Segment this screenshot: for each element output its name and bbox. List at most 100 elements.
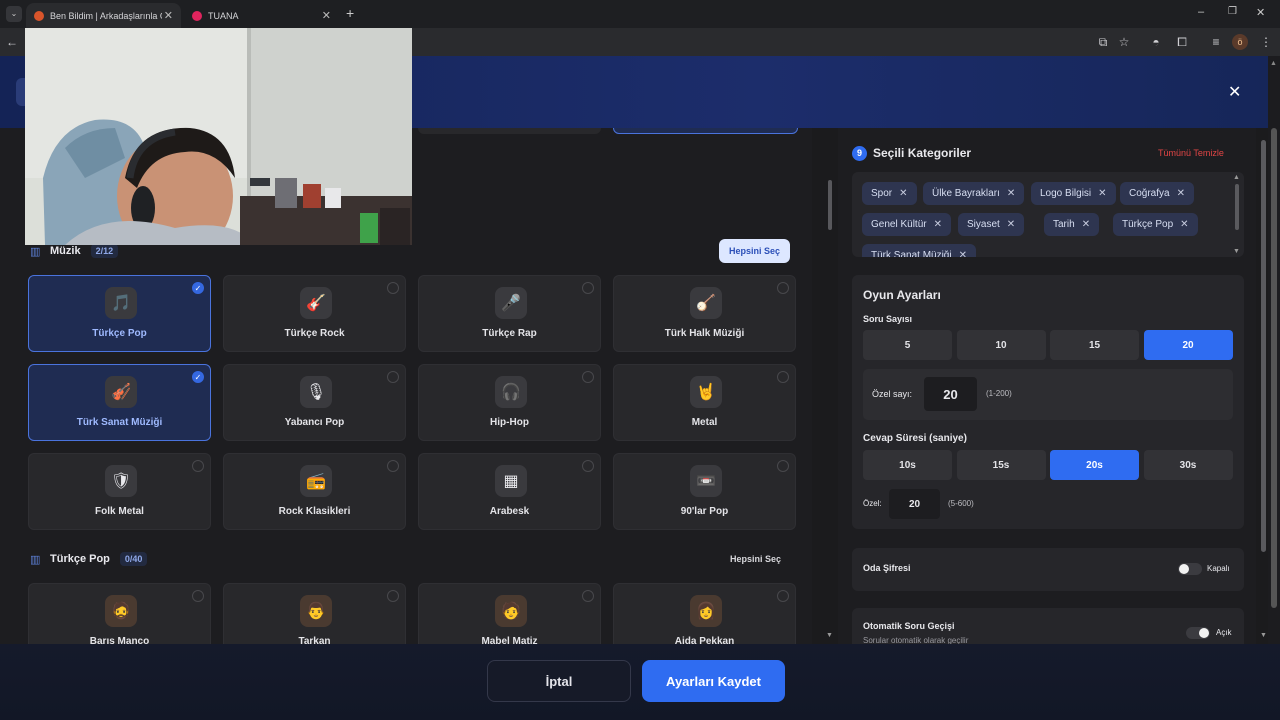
category-card[interactable]: 🤘 Metal bbox=[613, 364, 796, 441]
category-label: Folk Metal bbox=[95, 506, 144, 517]
artist-card[interactable]: 🧑 Mabel Matiz bbox=[418, 583, 601, 644]
partial-card[interactable] bbox=[418, 128, 601, 134]
reading-list-icon[interactable]: ≡ bbox=[1208, 34, 1224, 50]
category-card[interactable]: 📻 Rock Klasikleri bbox=[223, 453, 406, 530]
chip-label: Logo Bilgisi bbox=[1040, 188, 1092, 199]
tab-close-icon[interactable]: ✕ bbox=[164, 9, 173, 22]
room-password-label: Oda Şifresi bbox=[863, 563, 911, 573]
selected-category-chip[interactable]: Genel Kültür ✕ bbox=[862, 213, 951, 236]
chip-remove-icon[interactable]: ✕ bbox=[899, 188, 907, 199]
game-settings-title: Oyun Ayarları bbox=[863, 288, 941, 302]
page-scrollbar-thumb[interactable] bbox=[1271, 128, 1277, 608]
artist-card[interactable]: 👩 Ajda Pekkan bbox=[613, 583, 796, 644]
artist-avatar: 🧑 bbox=[495, 595, 527, 627]
room-password-toggle[interactable] bbox=[1178, 563, 1202, 575]
modal-close-button[interactable]: ✕ bbox=[1228, 82, 1241, 102]
tab-close-icon[interactable]: ✕ bbox=[322, 9, 331, 22]
tab-search-chevron-icon[interactable]: ⌄ bbox=[6, 6, 22, 22]
chip-remove-icon[interactable]: ✕ bbox=[1007, 219, 1015, 230]
extensions-puzzle-icon[interactable]: ⧠ bbox=[1174, 34, 1190, 50]
artist-card[interactable]: 👨 Tarkan bbox=[223, 583, 406, 644]
music-select-all-button[interactable]: Hepsini Seç bbox=[719, 239, 791, 263]
selected-category-chip[interactable]: Spor ✕ bbox=[862, 182, 917, 205]
back-arrow-icon[interactable]: ← bbox=[4, 34, 20, 50]
pop-select-all-button[interactable]: Hepsini Seç bbox=[720, 547, 791, 571]
page-scrollbar[interactable]: ▲ bbox=[1268, 56, 1280, 720]
cancel-button[interactable]: İptal bbox=[487, 660, 631, 702]
tab-title: Ben Bildim | Arkadaşlarınla Onl… bbox=[50, 10, 162, 21]
artist-avatar: 👩 bbox=[690, 595, 722, 627]
partial-card-selected[interactable] bbox=[613, 128, 798, 134]
bookmark-star-icon[interactable]: ☆ bbox=[1116, 34, 1132, 50]
tab-tuana[interactable]: TUANA ✕ bbox=[184, 3, 339, 28]
question-count-option[interactable]: 20 bbox=[1143, 330, 1233, 360]
auto-next-toggle[interactable] bbox=[1186, 627, 1210, 639]
scroll-up-icon[interactable]: ▲ bbox=[1270, 60, 1277, 67]
settings-scroll-down-icon[interactable]: ▼ bbox=[1260, 632, 1267, 639]
answer-time-option[interactable]: 30s bbox=[1143, 450, 1233, 480]
settings-scrollbar[interactable]: ▼ bbox=[1260, 128, 1268, 644]
selected-category-chip[interactable]: Türkçe Pop ✕ bbox=[1113, 213, 1198, 236]
chip-remove-icon[interactable]: ✕ bbox=[1177, 188, 1185, 199]
selected-category-chip[interactable]: Siyaset ✕ bbox=[958, 213, 1025, 236]
auto-next-desc: Sorular otomatik olarak geçilir bbox=[863, 636, 969, 644]
new-tab-button[interactable]: + bbox=[346, 5, 354, 21]
category-card[interactable]: 📼 90'lar Pop bbox=[613, 453, 796, 530]
category-card[interactable]: 🛡 Folk Metal bbox=[28, 453, 211, 530]
category-card[interactable]: 🎧 Hip-Hop bbox=[418, 364, 601, 441]
browser-menu-icon[interactable]: ⋮ bbox=[1258, 34, 1274, 50]
category-card[interactable]: 🎵 Türkçe Pop ✓ bbox=[28, 275, 211, 352]
selected-category-chip[interactable]: Coğrafya ✕ bbox=[1120, 182, 1194, 205]
artist-label: Ajda Pekkan bbox=[674, 636, 735, 644]
radio-circle-icon bbox=[582, 590, 594, 602]
answer-time-option[interactable]: 20s bbox=[1050, 450, 1139, 480]
selected-category-chip[interactable]: Tarih ✕ bbox=[1044, 213, 1100, 236]
question-count-option[interactable]: 15 bbox=[1050, 330, 1139, 360]
chips-scroll-down-icon[interactable]: ▼ bbox=[1233, 248, 1240, 255]
category-card[interactable]: 🎻 Türk Sanat Müziği ✓ bbox=[28, 364, 211, 441]
restore-button[interactable]: ❐ bbox=[1228, 6, 1237, 17]
category-image: 🎙 bbox=[300, 376, 332, 408]
category-scrollbar-thumb[interactable] bbox=[828, 180, 832, 230]
settings-scrollbar-thumb[interactable] bbox=[1261, 140, 1266, 552]
category-card[interactable]: ▦ Arabesk bbox=[418, 453, 601, 530]
save-settings-button[interactable]: Ayarları Kaydet bbox=[642, 660, 785, 702]
chip-remove-icon[interactable]: ✕ bbox=[1180, 219, 1188, 230]
chip-remove-icon[interactable]: ✕ bbox=[934, 219, 942, 230]
custom-count-input[interactable]: 20 bbox=[924, 377, 977, 411]
answer-time-option[interactable]: 15s bbox=[956, 450, 1046, 480]
webcam-video bbox=[25, 28, 412, 245]
incognito-icon[interactable]: ◓ bbox=[1148, 34, 1164, 50]
minimize-button[interactable]: – bbox=[1198, 6, 1204, 18]
chips-scrollbar-thumb[interactable] bbox=[1235, 184, 1239, 230]
custom-time-input[interactable]: 20 bbox=[889, 489, 940, 519]
category-card[interactable]: 🎙 Yabancı Pop bbox=[223, 364, 406, 441]
question-count-option[interactable]: 5 bbox=[863, 330, 952, 360]
selected-category-chip[interactable]: Logo Bilgisi ✕ bbox=[1031, 182, 1116, 205]
category-image: 🎻 bbox=[105, 376, 137, 408]
category-card[interactable]: 🎤 Türkçe Rap bbox=[418, 275, 601, 352]
chip-remove-icon[interactable]: ✕ bbox=[1098, 188, 1106, 199]
clear-all-button[interactable]: Tümünü Temizle bbox=[1158, 148, 1224, 158]
profile-avatar[interactable]: ö bbox=[1232, 34, 1248, 50]
chip-label: Türkçe Pop bbox=[1122, 219, 1174, 230]
category-label: Türkçe Rock bbox=[284, 328, 345, 339]
tab-ben-bildim[interactable]: Ben Bildim | Arkadaşlarınla Onl… ✕ bbox=[26, 3, 181, 28]
category-card[interactable]: 🎸 Türkçe Rock bbox=[223, 275, 406, 352]
chip-remove-icon[interactable]: ✕ bbox=[959, 250, 967, 257]
install-app-icon[interactable]: ⧉ bbox=[1095, 34, 1111, 50]
window-close-button[interactable]: ✕ bbox=[1256, 6, 1265, 19]
chip-remove-icon[interactable]: ✕ bbox=[1082, 219, 1090, 230]
category-scroll-down-icon[interactable]: ▼ bbox=[826, 632, 833, 639]
question-count-option[interactable]: 10 bbox=[956, 330, 1046, 360]
answer-time-option[interactable]: 10s bbox=[863, 450, 952, 480]
category-scrollbar[interactable] bbox=[826, 128, 834, 644]
category-card[interactable]: 🪕 Türk Halk Müziği bbox=[613, 275, 796, 352]
chip-remove-icon[interactable]: ✕ bbox=[1007, 188, 1015, 199]
selected-category-chip[interactable]: Ülke Bayrakları ✕ bbox=[923, 182, 1025, 205]
artist-card[interactable]: 🧔 Barış Manço bbox=[28, 583, 211, 644]
category-image: 🤘 bbox=[690, 376, 722, 408]
building-icon: ▥ bbox=[30, 246, 41, 258]
chips-scroll-up-icon[interactable]: ▲ bbox=[1233, 174, 1240, 181]
selected-category-chip[interactable]: Türk Sanat Müziği ✕ bbox=[862, 244, 976, 257]
